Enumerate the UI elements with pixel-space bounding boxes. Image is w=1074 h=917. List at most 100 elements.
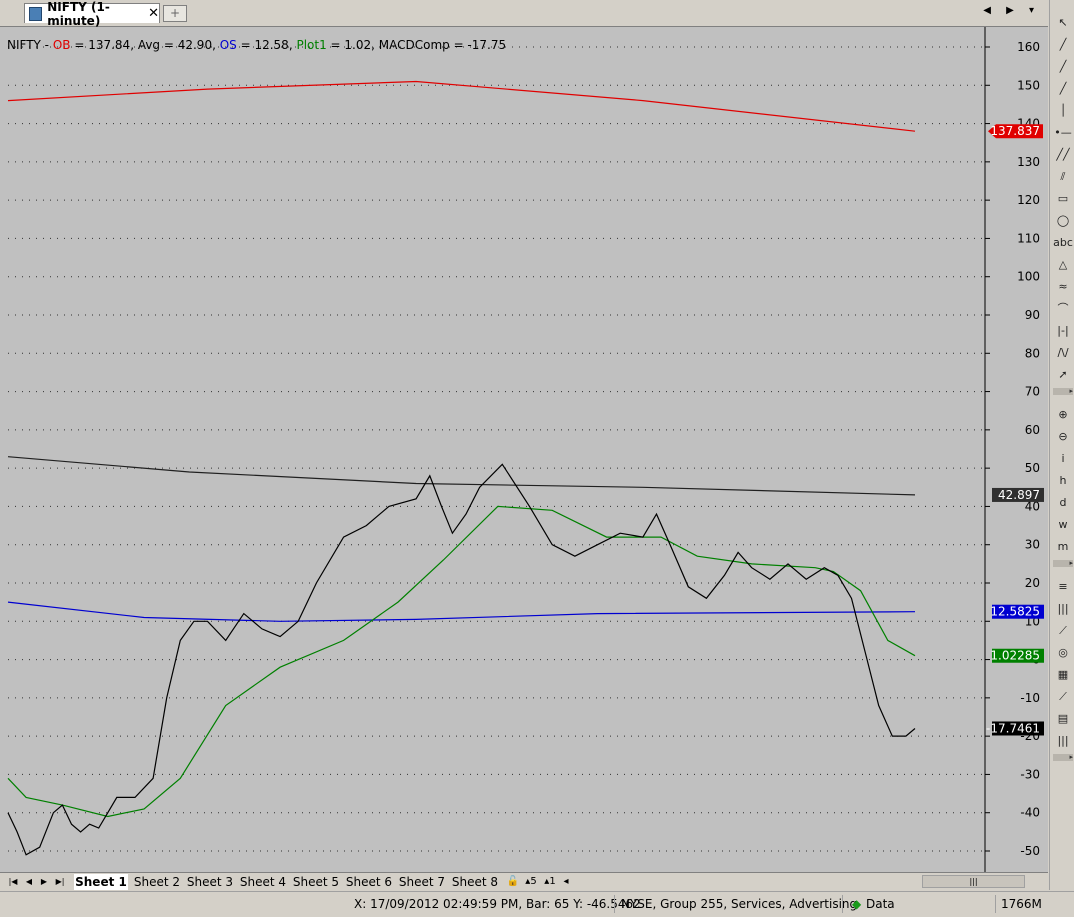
italic-i-icon[interactable]: i [1053,450,1073,468]
more-icon[interactable]: ▸ [1053,388,1073,395]
y-tick-label: 150 [1017,78,1040,92]
legend-os-value: = 12.58, [236,38,297,52]
tab-navigation[interactable]: ◀ ▶ ▾ [983,5,1040,16]
close-icon[interactable]: ✕ [148,6,159,21]
circles-icon[interactable]: ◎ [1053,644,1073,662]
triangle-icon[interactable]: △ [1053,256,1073,274]
value-label-os: 12.5825 [990,605,1040,619]
y-tick-label: 100 [1017,270,1040,284]
drawing-toolbar: ↖ ╱ ╱ ╱ │ •— ╱╱ ⫽ ▭ ◯ abc △ ≈ ⌒ |-| ∕\∕ ➚ ▸ ⊕ ⊖ i h d w m ▸ ≡ ||| ⟋ ◎… [1049,0,1074,890]
ellipse-icon[interactable]: ◯ [1053,212,1073,230]
y-tick-label: 60 [1025,423,1040,437]
ray-icon[interactable]: ╱ [1053,58,1073,76]
value-label-macdcomp: -17.7461 [986,721,1040,735]
legend-ob-value: = 137.84, Avg = 42.90, [70,38,220,52]
arrow-icon[interactable]: ➚ [1053,366,1073,384]
vertical-line-icon[interactable]: │ [1053,102,1073,120]
lock-icon[interactable]: 🔓 [506,874,520,890]
legend-plot-value: = 1.02, MACDComp = -17.75 [326,38,507,52]
line-icon[interactable]: ╱ [1053,36,1073,54]
grid-icon[interactable]: ▦ [1053,666,1073,684]
sheet-tab-4[interactable]: Sheet 4 [238,874,288,890]
y-tick-label: 20 [1025,576,1040,590]
sheet-tab-7[interactable]: Sheet 7 [397,874,447,890]
extended-line-icon[interactable]: ╱ [1053,80,1073,98]
text-icon[interactable]: abc [1053,234,1073,252]
gann-icon[interactable]: ⟋ [1053,622,1073,640]
legend-plot-label: Plot1 [296,38,327,52]
cursor-coordinates: X: 17/09/2012 02:49:59 PM, Bar: 65 Y: -4… [354,897,641,911]
y-tick-label: 30 [1025,538,1040,552]
zoom-out-icon[interactable]: ⊖ [1053,428,1073,446]
y-tick-label: -10 [1020,691,1040,705]
chart-legend: NIFTY - OB = 137.84, Avg = 42.90, OS = 1… [7,38,506,52]
y-tick-label: 110 [1017,231,1040,245]
wave-icon[interactable]: ≈ [1053,278,1073,296]
sheet-last-button[interactable]: ▶| [53,875,67,888]
select-icon[interactable]: ↖ [1053,14,1073,32]
bars-icon[interactable]: ||| [1053,732,1073,750]
zigzag-icon[interactable]: ∕\∕ [1053,344,1073,362]
ladder-icon[interactable]: ▤ [1053,710,1073,728]
sheet-scroll-1-button[interactable]: ▴1 [542,874,558,890]
legend-ob-label: OB [52,38,71,52]
status-bar: X: 17/09/2012 02:49:59 PM, Bar: 65 Y: -4… [0,891,1074,917]
y-tick-label: 130 [1017,155,1040,169]
zoom-in-icon[interactable]: ⊕ [1053,406,1073,424]
value-label-plot1: 1.02285 [990,649,1040,663]
sheet-tab-6[interactable]: Sheet 6 [344,874,394,890]
legend-prefix: NIFTY - [7,38,53,52]
sheet-tab-8[interactable]: Sheet 8 [450,874,500,890]
horizontal-scrollbar[interactable]: ||| [922,875,1025,888]
d-icon[interactable]: d [1053,494,1073,512]
y-tick-label: 90 [1025,308,1040,322]
symbol-info: NYSE, Group 255, Services, Advertising [621,897,858,911]
horizontal-line-icon[interactable]: •— [1053,124,1073,142]
more-icon[interactable]: ▸ [1053,560,1073,567]
chart-canvas[interactable]: 1601501401301201101009080706050403020100… [0,27,1048,872]
y-tick-label: -40 [1020,806,1040,820]
sheet-prev-button[interactable]: ◀ [22,875,36,888]
sheet-first-button[interactable]: |◀ [6,875,20,888]
sheet-tab-5[interactable]: Sheet 5 [291,874,341,890]
parallel-lines-icon[interactable]: ╱╱ [1053,146,1073,164]
chart-pane[interactable]: 1601501401301201101009080706050403020100… [0,27,1048,872]
status-divider [995,895,996,913]
sheet-tab-2[interactable]: Sheet 2 [132,874,182,890]
status-divider [842,895,843,913]
sheet-tab-3[interactable]: Sheet 3 [185,874,235,890]
w-icon[interactable]: w [1053,516,1073,534]
y-tick-label: 50 [1025,461,1040,475]
more-icon[interactable]: ▸ [1053,754,1073,761]
chart-tab[interactable]: NIFTY (1-minute) ✕ [24,0,160,28]
fan-icon[interactable]: ⟋ [1053,688,1073,706]
chart-tab-title: NIFTY (1-minute) [47,0,110,28]
m-icon[interactable]: m [1053,538,1073,556]
new-tab-button[interactable]: + [163,5,187,22]
data-status-icon: ◆ [852,897,862,911]
y-tick-label: -30 [1020,767,1040,781]
data-status[interactable]: Data [866,897,895,911]
y-tick-label: 80 [1025,346,1040,360]
legend-os-label: OS [219,38,237,52]
series-line-plot1 [7,505,916,818]
chart-icon [29,6,43,21]
sheet-tab-1[interactable]: Sheet 1 [74,874,128,890]
tab-bar: NIFTY (1-minute) ✕ + ◀ ▶ ▾ [0,0,1048,28]
series-line-os [7,601,916,622]
vertical-lines-icon[interactable]: ||| [1053,600,1073,618]
status-divider [614,895,615,913]
rectangle-icon[interactable]: ▭ [1053,190,1073,208]
value-label-avg: 42.897 [998,488,1040,502]
horizontal-lines-icon[interactable]: ≡ [1053,578,1073,596]
h-icon[interactable]: h [1053,472,1073,490]
series-line-avg [7,456,916,496]
y-tick-label: -50 [1020,844,1040,858]
sheet-next-button[interactable]: ▶ [37,875,51,888]
sheet-scroll-5-button[interactable]: ▴5 [522,874,540,890]
arc-icon[interactable]: ⌒ [1053,300,1073,318]
y-tick-label: 160 [1017,40,1040,54]
scroll-left-icon[interactable]: ◂ [560,874,572,890]
channel-icon[interactable]: ⫽ [1053,168,1073,186]
fib-timezone-icon[interactable]: |-| [1053,322,1073,340]
